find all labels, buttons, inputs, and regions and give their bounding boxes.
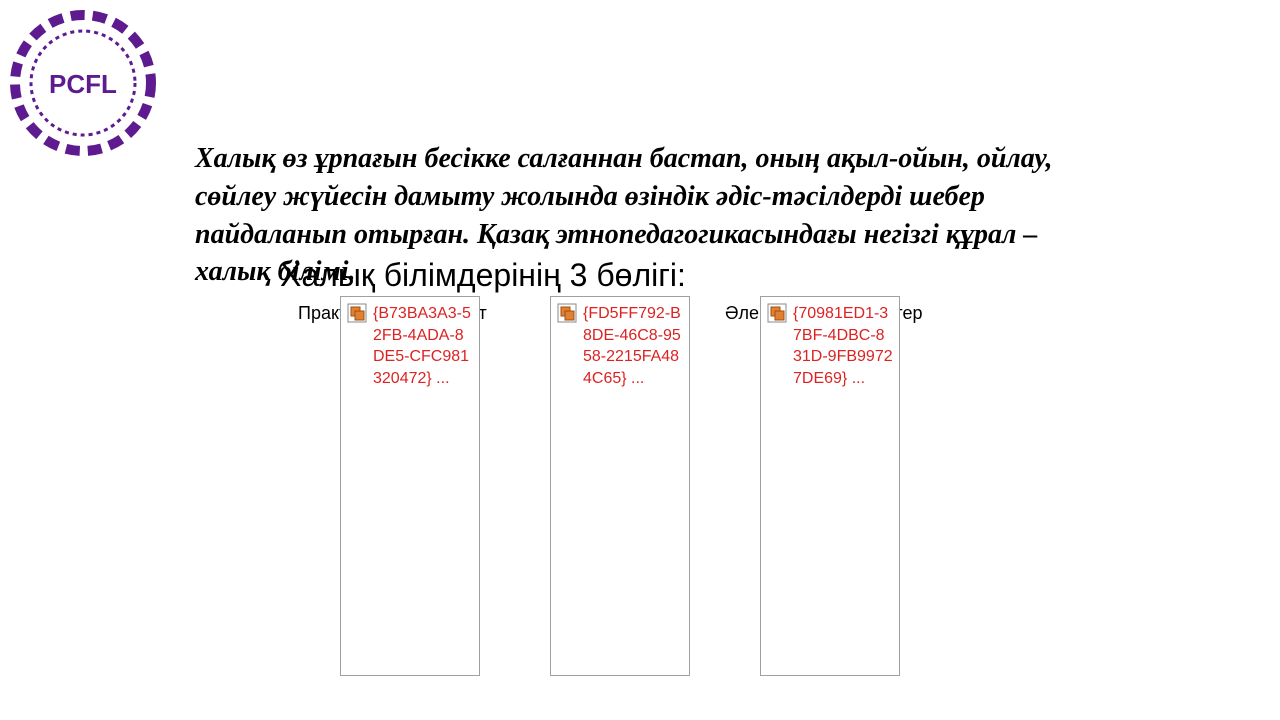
broken-object-row: {B73BA3A3-52FB-4ADA-8DE5-CFC981320472} .…: [340, 296, 900, 676]
broken-object: {B73BA3A3-52FB-4ADA-8DE5-CFC981320472} .…: [340, 296, 480, 676]
broken-object: {70981ED1-37BF-4DBC-831D-9FB99727DE69} .…: [760, 296, 900, 676]
broken-object-icon: [767, 303, 787, 323]
broken-object-text: {B73BA3A3-52FB-4ADA-8DE5-CFC981320472} .…: [373, 305, 471, 387]
svg-text:PCFL: PCFL: [49, 69, 117, 99]
broken-object: {FD5FF792-B8DE-46C8-9558-2215FA484C65} .…: [550, 296, 690, 676]
broken-object-icon: [557, 303, 577, 323]
broken-object-text: {70981ED1-37BF-4DBC-831D-9FB99727DE69} .…: [793, 305, 893, 387]
logo: PCFL: [8, 8, 158, 158]
broken-object-icon: [347, 303, 367, 323]
main-paragraph: Халық өз ұрпағын бесікке салғаннан баста…: [195, 140, 1095, 291]
broken-object-text: {FD5FF792-B8DE-46C8-9558-2215FA484C65} .…: [583, 305, 681, 387]
